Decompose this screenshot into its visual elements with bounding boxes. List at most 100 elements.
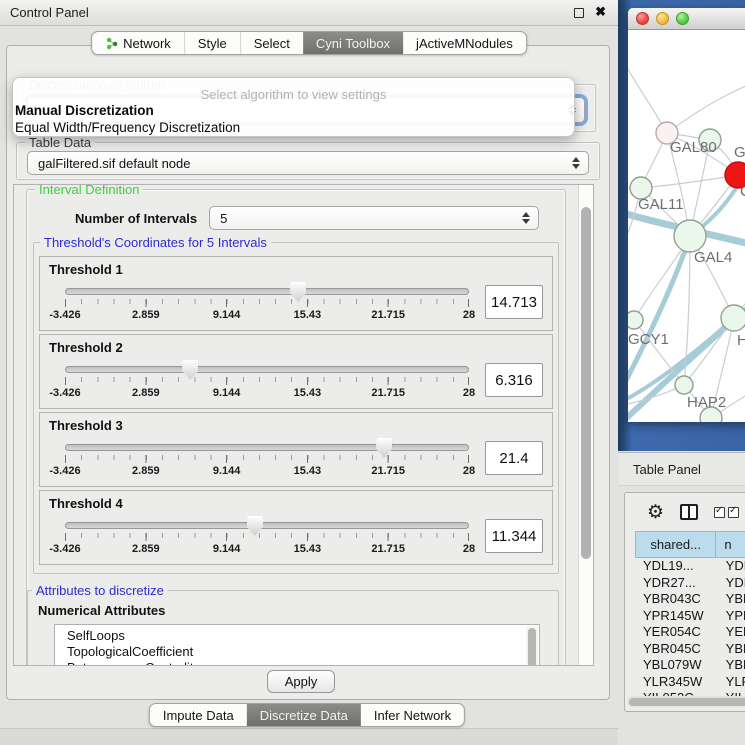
settings-scrollpane: Interval Definition Number of Intervals … xyxy=(13,184,594,666)
threshold-3-slider[interactable]: -3.426 2.859 9.144 15.43 21.715 28 xyxy=(65,437,469,483)
threshold-panel-4: Threshold 4 -3.426 2.859 9.144 xyxy=(39,490,553,565)
list-item[interactable]: SelfLoops xyxy=(67,628,525,644)
list-item[interactable]: TopologicalCoefficient xyxy=(67,644,525,660)
column-header-shared-name[interactable]: shared... xyxy=(636,532,716,557)
gear-icon[interactable]: ⚙ xyxy=(647,503,664,522)
table-panel-body: ⚙ shared... n YDL19...YDL1 YDR27...YDR2 … xyxy=(624,492,745,712)
algorithm-option-manual[interactable]: Manual Discretization xyxy=(15,103,154,118)
numerical-attributes-list[interactable]: SelfLoops TopologicalCoefficient Between… xyxy=(54,624,540,666)
tab-style[interactable]: Style xyxy=(184,32,240,54)
table-row[interactable]: YER054CYER0 xyxy=(635,624,745,641)
threshold-3-label: Threshold 3 xyxy=(49,418,543,433)
slider-track[interactable] xyxy=(65,444,469,451)
close-panel-icon[interactable]: ✖ xyxy=(595,4,606,20)
table-data-group: Table Data galFiltered.sif default node xyxy=(16,142,600,180)
table-panel-titlebar: Table Panel xyxy=(618,452,745,486)
right-pane: GAL80 GA GAL11 C GAL4 GCY1 H HAP2 Table … xyxy=(618,0,745,745)
tab-select[interactable]: Select xyxy=(240,32,303,54)
algorithm-option-equal-width[interactable]: Equal Width/Frequency Discretization xyxy=(15,120,240,135)
table-row[interactable]: YBR045CYBR0 xyxy=(635,641,745,658)
node-label: GAL11 xyxy=(638,196,684,213)
control-panel-tabbar: Network Style Select Cyni Toolbox jActiv… xyxy=(91,31,527,55)
number-of-intervals-label: Number of Intervals xyxy=(75,211,197,226)
node-label: H xyxy=(737,332,745,349)
node-hap2 xyxy=(675,376,693,394)
table-data-label: Table Data xyxy=(25,135,95,150)
control-panel-titlebar: Control Panel ✖ xyxy=(0,0,618,26)
threshold-2-value[interactable]: 6.316 xyxy=(485,363,543,397)
node-gal4 xyxy=(674,220,706,252)
threshold-panel-1: Threshold 1 -3.426 2.859 9.144 xyxy=(39,256,553,331)
node-label: GA xyxy=(734,144,745,161)
number-of-intervals-combo[interactable]: 5 xyxy=(209,206,539,230)
attributes-group-label: Attributes to discretize xyxy=(32,583,168,598)
numerical-attributes-label: Numerical Attributes xyxy=(38,603,550,618)
minimize-window-icon[interactable] xyxy=(656,12,669,25)
threshold-1-value[interactable]: 14.713 xyxy=(485,285,543,319)
network-window: GAL80 GA GAL11 C GAL4 GCY1 H HAP2 xyxy=(628,8,745,422)
table-header-row: shared... n xyxy=(635,531,745,558)
table-data-combo[interactable]: galFiltered.sif default node xyxy=(27,151,589,175)
table-row[interactable]: YLR345WYLR3 xyxy=(635,674,745,691)
tab-cyni-toolbox[interactable]: Cyni Toolbox xyxy=(303,32,403,54)
screen: Control Panel ✖ Network Style Select Cyn… xyxy=(0,0,745,745)
interval-definition-label: Interval Definition xyxy=(35,184,143,197)
tab-impute-data[interactable]: Impute Data xyxy=(150,704,247,726)
threshold-2-label: Threshold 2 xyxy=(49,340,543,355)
tab-infer-network[interactable]: Infer Network xyxy=(361,704,464,726)
status-strip xyxy=(0,728,618,745)
slider-track[interactable] xyxy=(65,366,469,373)
tab-jactivemnodules[interactable]: jActiveMNodules xyxy=(403,32,526,54)
node-label: GCY1 xyxy=(628,331,669,348)
slider-track[interactable] xyxy=(65,288,469,295)
control-panel-title: Control Panel xyxy=(10,5,89,20)
list-item[interactable]: BetweennessCentrality xyxy=(67,660,525,666)
table-row[interactable]: YBR043CYBR0 xyxy=(635,591,745,608)
table-row[interactable]: YBL079WYBL0 xyxy=(635,657,745,674)
split-columns-icon[interactable] xyxy=(680,504,698,520)
checkbox-icon xyxy=(728,507,739,518)
float-panel-icon[interactable] xyxy=(574,8,584,18)
node-label: GAL80 xyxy=(670,139,717,156)
threshold-4-value[interactable]: 11.344 xyxy=(485,519,543,553)
table-row[interactable]: YPR145WYPR1 xyxy=(635,608,745,625)
tab-network[interactable]: Network xyxy=(92,32,184,54)
combo-arrows-icon xyxy=(522,212,530,224)
threshold-panel-2: Threshold 2 -3.426 2.859 9.144 xyxy=(39,334,553,409)
cyni-mode-tabbar: Impute Data Discretize Data Infer Networ… xyxy=(149,703,465,727)
threshold-3-value[interactable]: 21.4 xyxy=(485,441,543,475)
apply-button[interactable]: Apply xyxy=(267,670,335,693)
node-gcy1 xyxy=(628,311,643,329)
node-h xyxy=(721,305,745,331)
select-columns-icon[interactable] xyxy=(714,507,739,518)
network-icon xyxy=(105,37,118,50)
threshold-4-label: Threshold 4 xyxy=(49,496,543,511)
close-window-icon[interactable] xyxy=(636,12,649,25)
threshold-4-slider[interactable]: -3.426 2.859 9.144 15.43 21.715 28 xyxy=(65,515,469,561)
algorithm-popup-hint: Select algorithm to view settings xyxy=(13,87,574,102)
threshold-1-label: Threshold 1 xyxy=(49,262,543,277)
threshold-panel-3: Threshold 3 -3.426 2.859 9.144 xyxy=(39,412,553,487)
zoom-window-icon[interactable] xyxy=(676,12,689,25)
table-panel-title: Table Panel xyxy=(633,462,701,477)
node-label: HAP2 xyxy=(687,394,726,411)
column-header-name[interactable]: n xyxy=(716,532,745,557)
thresholds-group: Threshold's Coordinates for 5 Intervals … xyxy=(33,242,559,574)
attributes-group: Attributes to discretize Numerical Attri… xyxy=(27,590,559,666)
thresholds-group-label: Threshold's Coordinates for 5 Intervals xyxy=(40,235,271,250)
checkbox-icon xyxy=(714,507,725,518)
threshold-2-slider[interactable]: -3.426 2.859 9.144 15.43 21.715 28 xyxy=(65,359,469,405)
node-label: GAL4 xyxy=(694,249,732,266)
combo-arrows-icon xyxy=(572,157,580,169)
threshold-1-slider[interactable]: -3.426 2.859 9.144 15.43 21.715 28 xyxy=(65,281,469,327)
interval-definition-group: Interval Definition Number of Intervals … xyxy=(26,189,566,666)
table-row[interactable]: YDR27...YDR2 xyxy=(635,575,745,592)
list-scrollbar[interactable] xyxy=(526,626,538,666)
tab-discretize-data[interactable]: Discretize Data xyxy=(247,704,361,726)
table-row[interactable]: YDL19...YDL1 xyxy=(635,558,745,575)
table-horizontal-scrollbar[interactable] xyxy=(627,696,745,707)
node-label: C xyxy=(740,183,745,200)
network-canvas[interactable]: GAL80 GA GAL11 C GAL4 GCY1 H HAP2 xyxy=(628,30,745,422)
slider-track[interactable] xyxy=(65,522,469,529)
settings-scrollbar[interactable] xyxy=(578,185,593,665)
